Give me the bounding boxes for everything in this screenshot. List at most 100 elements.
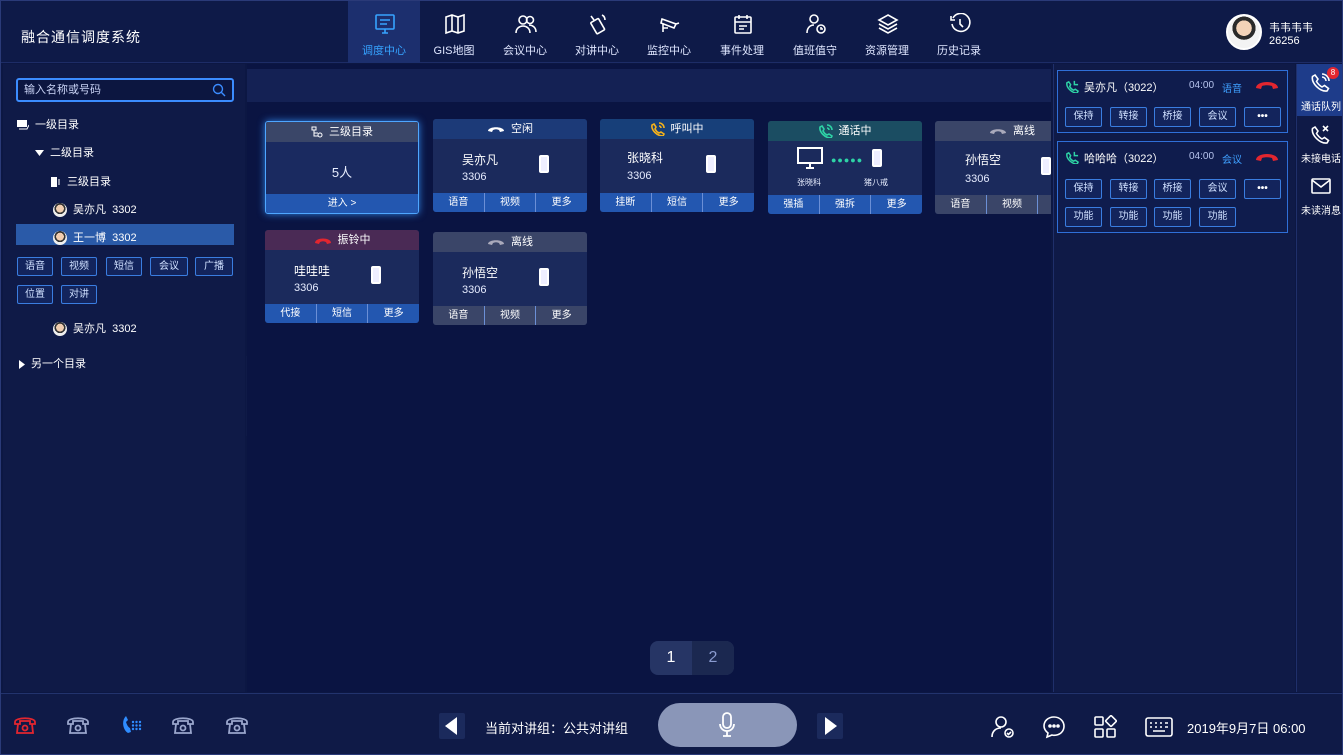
video-button[interactable]: 视频 bbox=[485, 193, 537, 212]
user-card-offline[interactable]: 离线 孙悟空 3306 语音视频更多 bbox=[935, 121, 1051, 214]
status-label: 振铃中 bbox=[337, 234, 371, 246]
nav-resources[interactable]: 资源管理 bbox=[851, 1, 923, 63]
status-label: 通话中 bbox=[838, 125, 872, 137]
search-input[interactable] bbox=[24, 82, 204, 98]
dialpad-icon[interactable] bbox=[119, 713, 143, 737]
voice-button[interactable]: 语音 bbox=[433, 306, 485, 325]
more-button[interactable]: 更多 bbox=[368, 304, 419, 323]
more-button[interactable]: 更多 bbox=[871, 195, 922, 214]
phone-line-icon[interactable] bbox=[225, 713, 249, 737]
video-button[interactable]: 视频 bbox=[485, 306, 537, 325]
tree-other[interactable]: 另一个目录 bbox=[19, 355, 86, 371]
user-card-idle[interactable]: 空闲 吴亦凡 3306 语音 视频 更多 bbox=[433, 119, 587, 212]
nav-intercom[interactable]: 对讲中心 bbox=[561, 1, 633, 63]
force-release-button[interactable]: 强拆 bbox=[820, 195, 872, 214]
tree-level2[interactable]: 二级目录 bbox=[35, 144, 94, 160]
tree-level1[interactable]: 一级目录 bbox=[17, 116, 79, 132]
apps-grid-icon[interactable] bbox=[1093, 715, 1117, 739]
push-to-talk-button[interactable] bbox=[658, 703, 797, 747]
nav-gis[interactable]: GIS地图 bbox=[418, 1, 490, 63]
caret-down-icon bbox=[35, 150, 44, 157]
nav-duty[interactable]: 值班值守 bbox=[779, 1, 851, 63]
voice-button[interactable]: 语音 bbox=[935, 195, 987, 214]
more-button[interactable]: 更多 bbox=[1038, 195, 1051, 214]
caller-name: 吴亦凡（3022） bbox=[1084, 82, 1164, 94]
nav-label: 对讲中心 bbox=[575, 45, 619, 57]
page-1-button[interactable]: 1 bbox=[650, 641, 692, 675]
sms-button[interactable]: 短信 bbox=[652, 193, 704, 212]
user-card-ringing[interactable]: 振铃中 哇哇哇 3306 代接 短信 更多 bbox=[265, 230, 419, 323]
mobile-icon bbox=[539, 155, 549, 173]
function-button[interactable]: 功能 bbox=[1065, 207, 1102, 227]
hold-button[interactable]: 保持 bbox=[1065, 107, 1102, 127]
hangup-button[interactable]: 挂断 bbox=[600, 193, 652, 212]
phone-line-icon[interactable] bbox=[66, 713, 90, 737]
calendar-icon bbox=[734, 15, 752, 34]
more-button[interactable]: ••• bbox=[1244, 107, 1281, 127]
directory-card[interactable]: 三级目录 5人 进入 > bbox=[265, 121, 419, 214]
action-broadcast-button[interactable]: 广播 bbox=[195, 257, 233, 276]
bridge-button[interactable]: 桥接 bbox=[1154, 107, 1191, 127]
user-card-calling[interactable]: 呼叫中 张晓科 3306 挂断 短信 更多 bbox=[600, 119, 754, 212]
next-group-button[interactable] bbox=[817, 713, 843, 739]
transfer-button[interactable]: 转接 bbox=[1110, 107, 1147, 127]
contact-status-icon[interactable] bbox=[991, 715, 1015, 739]
conference-button[interactable]: 会议 bbox=[1199, 179, 1236, 199]
function-button[interactable]: 功能 bbox=[1199, 207, 1236, 227]
phone-red-icon[interactable] bbox=[13, 713, 37, 737]
avatar[interactable] bbox=[1226, 14, 1262, 50]
tree-member[interactable]: 吴亦凡 3302 bbox=[53, 201, 137, 218]
hold-button[interactable]: 保持 bbox=[1065, 179, 1102, 199]
page-2-button[interactable]: 2 bbox=[692, 641, 734, 675]
hangup-icon[interactable] bbox=[1255, 152, 1279, 162]
nav-monitor[interactable]: 监控中心 bbox=[633, 1, 705, 63]
user-card-in-call[interactable]: 通话中 ●●●●● 张晓科 猪八戒 强插 强拆 更多 bbox=[768, 121, 922, 214]
tab-call-queue[interactable]: 8 通话队列 bbox=[1297, 64, 1342, 116]
pickup-button[interactable]: 代接 bbox=[265, 304, 317, 323]
sms-button[interactable]: 短信 bbox=[317, 304, 369, 323]
prev-group-button[interactable] bbox=[439, 713, 465, 739]
user-card-offline[interactable]: 离线 孙悟空 3306 语音视频更多 bbox=[433, 232, 587, 325]
conference-button[interactable]: 会议 bbox=[1199, 107, 1236, 127]
nav-history[interactable]: 历史记录 bbox=[923, 1, 995, 63]
tree-level3[interactable]: 三级目录 bbox=[51, 173, 111, 189]
transfer-button[interactable]: 转接 bbox=[1110, 179, 1147, 199]
more-button[interactable]: 更多 bbox=[536, 193, 587, 212]
voice-button[interactable]: 语音 bbox=[433, 193, 485, 212]
call-item: 哈哈哈（3022） 04:00 会议 保持 转接 桥接 会议 ••• 功能 功能… bbox=[1057, 141, 1288, 233]
chat-icon[interactable] bbox=[1042, 715, 1066, 739]
function-button[interactable]: 功能 bbox=[1154, 207, 1191, 227]
bridge-button[interactable]: 桥接 bbox=[1154, 179, 1191, 199]
user-name: 张晓科 bbox=[627, 151, 664, 165]
barge-in-button[interactable]: 强插 bbox=[768, 195, 820, 214]
tree-label: 一级目录 bbox=[35, 119, 79, 131]
more-button[interactable]: ••• bbox=[1244, 179, 1281, 199]
function-button[interactable]: 功能 bbox=[1110, 207, 1147, 227]
tree-member[interactable]: 王一博 3302 bbox=[53, 229, 137, 246]
nav-label: 值班值守 bbox=[793, 45, 837, 57]
tree-member[interactable]: 吴亦凡 3302 bbox=[53, 320, 137, 337]
nav-events[interactable]: 事件处理 bbox=[706, 1, 778, 63]
enter-button[interactable]: 进入 > bbox=[266, 194, 418, 213]
nav-meeting[interactable]: 会议中心 bbox=[489, 1, 561, 63]
action-meeting-button[interactable]: 会议 bbox=[150, 257, 188, 276]
video-button[interactable]: 视频 bbox=[987, 195, 1039, 214]
tab-missed-calls[interactable]: 未接电话 bbox=[1297, 116, 1342, 168]
hangup-icon[interactable] bbox=[1255, 80, 1279, 90]
tab-unread-messages[interactable]: 未读消息 bbox=[1297, 168, 1342, 220]
search-icon[interactable] bbox=[212, 83, 226, 97]
action-voice-button[interactable]: 语音 bbox=[17, 257, 53, 276]
action-video-button[interactable]: 视频 bbox=[61, 257, 97, 276]
nav-dispatch[interactable]: 调度中心 bbox=[348, 1, 420, 63]
mobile-icon bbox=[706, 155, 716, 173]
phone-line-icon[interactable] bbox=[171, 713, 195, 737]
action-sms-button[interactable]: 短信 bbox=[106, 257, 142, 276]
action-location-button[interactable]: 位置 bbox=[17, 285, 53, 304]
map-icon bbox=[445, 13, 465, 35]
caret-right-icon bbox=[19, 359, 25, 369]
more-button[interactable]: 更多 bbox=[703, 193, 754, 212]
search-box bbox=[16, 78, 234, 102]
more-button[interactable]: 更多 bbox=[536, 306, 587, 325]
action-intercom-button[interactable]: 对讲 bbox=[61, 285, 97, 304]
keyboard-icon[interactable] bbox=[1145, 717, 1173, 737]
